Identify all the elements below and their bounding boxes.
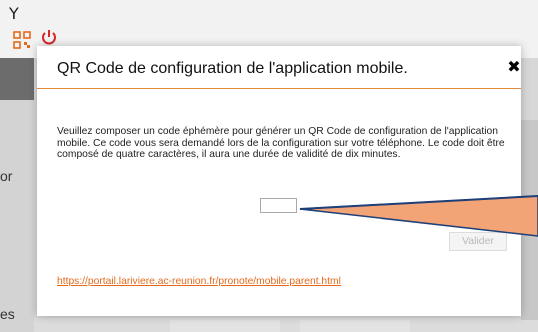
qr-code-icon[interactable] (13, 31, 31, 49)
validate-button[interactable]: Valider (449, 232, 507, 251)
app-right-panel (521, 120, 538, 320)
mobile-parent-link[interactable]: https://portail.lariviere.ac-reunion.fr/… (57, 276, 341, 287)
code-input[interactable] (260, 198, 297, 213)
app-title-fragment: Y (9, 4, 19, 23)
app-content-grid (34, 318, 538, 332)
title-divider (37, 88, 521, 89)
dialog-title: QR Code de configuration de l'applicatio… (57, 60, 408, 77)
close-icon[interactable]: ✖ (507, 59, 521, 75)
sidebar-text-fragment: es (0, 306, 15, 322)
app-nav-bar (0, 58, 34, 100)
dialog-description: Veuillez composer un code éphémère pour … (57, 126, 505, 161)
app-sidebar (0, 100, 34, 332)
power-icon[interactable] (41, 29, 57, 47)
qr-config-dialog: QR Code de configuration de l'applicatio… (37, 46, 521, 316)
grid-cell (300, 320, 410, 332)
grid-cell (170, 320, 280, 332)
sidebar-text-fragment: or (0, 168, 13, 184)
